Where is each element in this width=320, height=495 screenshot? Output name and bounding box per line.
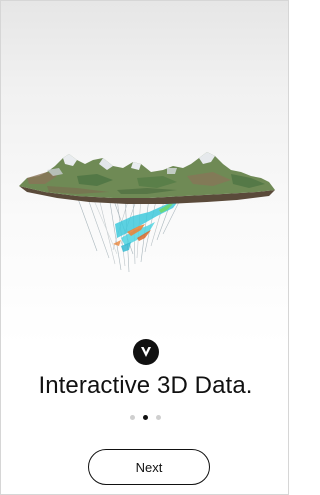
page-dot-3 — [156, 415, 161, 420]
onboarding-screen: Interactive 3D Data. Next — [0, 0, 289, 495]
page-indicator — [1, 415, 288, 420]
terrain-3d-image — [19, 152, 275, 273]
page-dot-1 — [130, 415, 135, 420]
onboarding-title: Interactive 3D Data. — [38, 372, 253, 399]
ore-bodies — [113, 200, 179, 252]
page-dot-2-active — [143, 415, 148, 420]
next-button[interactable]: Next — [88, 449, 210, 485]
v-logo-icon — [133, 339, 159, 365]
